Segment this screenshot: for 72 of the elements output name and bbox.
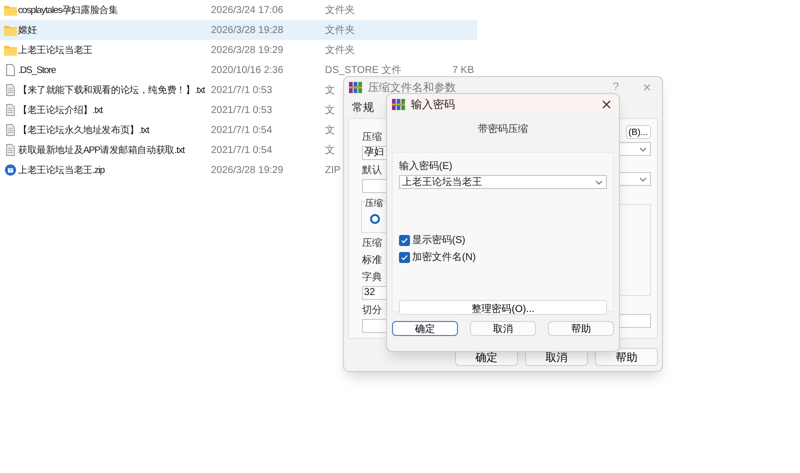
field-label: 默认 bbox=[362, 164, 383, 177]
file-date: 2020/10/16 2:36 bbox=[211, 64, 284, 76]
tab[interactable]: 常规 bbox=[352, 102, 374, 114]
file-date: 2021/7/1 0:53 bbox=[211, 104, 272, 116]
file-type: 文 bbox=[325, 124, 335, 137]
file-date: 2021/7/1 0:54 bbox=[211, 144, 272, 156]
checkbox[interactable] bbox=[399, 234, 410, 246]
file-date: 2026/3/28 19:29 bbox=[211, 164, 284, 176]
books-icon bbox=[392, 98, 405, 110]
chevron-icon bbox=[639, 176, 647, 182]
password-field[interactable]: 上老王论坛当老王 bbox=[399, 175, 607, 189]
file-row[interactable]: cosplaytales孕妇露脸合集 2026/3/24 17:06 文件夹 bbox=[0, 0, 477, 20]
file-row[interactable]: 上老王论坛当老王 2026/3/28 19:29 文件夹 bbox=[0, 40, 477, 60]
field-label: 压缩 bbox=[362, 130, 383, 144]
chevron-icon bbox=[595, 180, 603, 184]
file-date: 2026/3/28 19:29 bbox=[211, 44, 284, 56]
dialog-button[interactable]: 帮助 bbox=[548, 321, 614, 336]
window-title: 压缩文件名和参数 bbox=[368, 80, 456, 94]
checkbox[interactable] bbox=[399, 252, 410, 262]
file-icon bbox=[4, 64, 17, 76]
file-type: 文 bbox=[325, 84, 335, 97]
file-type: 文件夹 bbox=[325, 24, 355, 37]
file-type: 文 bbox=[325, 144, 335, 157]
file-name: 上老王论坛当老王 bbox=[18, 44, 92, 56]
file-name: 【老王论坛介绍】.txt bbox=[18, 104, 102, 116]
checkbox-label: 加密文件名(N) bbox=[412, 250, 476, 264]
radio-button[interactable] bbox=[370, 214, 380, 224]
file-type: DS_STORE 文件 bbox=[325, 64, 402, 77]
archive-icon bbox=[4, 164, 17, 176]
field-label: 切分 bbox=[362, 304, 383, 317]
group-label: 压缩 bbox=[365, 197, 383, 210]
dialog-button[interactable]: 确定 bbox=[392, 321, 458, 336]
close-icon[interactable] bbox=[602, 100, 611, 108]
window-title: 输入密码 bbox=[411, 98, 455, 112]
checkbox-label: 显示密码(S) bbox=[412, 234, 466, 247]
dialog-button[interactable]: 取消 bbox=[470, 321, 536, 336]
file-row[interactable]: 嫦妊 2026/3/28 19:28 文件夹 bbox=[0, 20, 477, 40]
folder-icon bbox=[4, 24, 17, 36]
field-label: 压缩 bbox=[362, 236, 383, 250]
text-file-icon bbox=[4, 104, 17, 116]
file-name: 【老王论坛永久地址发布页】.txt bbox=[18, 124, 149, 136]
file-date: 2026/3/28 19:28 bbox=[211, 24, 284, 36]
file-row[interactable]: .DS_Store 2020/10/16 2:36 DS_STORE 文件 7 KB bbox=[0, 60, 477, 80]
file-date: 2021/7/1 0:54 bbox=[211, 124, 272, 136]
file-date: 2021/7/1 0:53 bbox=[211, 84, 272, 96]
input-field[interactable] bbox=[619, 314, 651, 328]
file-name: 获取最新地址及APP请发邮箱自动获取.txt bbox=[18, 144, 184, 156]
file-name: 上老王论坛当老王.zip bbox=[18, 164, 104, 176]
file-size: 7 KB bbox=[452, 64, 474, 76]
books-icon bbox=[349, 80, 362, 94]
manage-passwords-button[interactable]: 整理密码(O)... bbox=[399, 300, 607, 315]
text-file-icon bbox=[4, 124, 17, 136]
browse-button[interactable]: (B)... bbox=[626, 125, 651, 139]
file-type: 文件夹 bbox=[325, 4, 355, 17]
field-label: 字典 bbox=[362, 270, 383, 284]
file-type: 文 bbox=[325, 104, 335, 117]
text-file-icon bbox=[4, 144, 17, 156]
file-type: 文件夹 bbox=[325, 44, 355, 57]
chevron-icon bbox=[639, 146, 647, 152]
password-label: 输入密码(E) bbox=[399, 160, 454, 173]
folder-icon bbox=[4, 4, 17, 16]
dropdown-value: 标准 bbox=[362, 254, 383, 267]
file-type: ZIP bbox=[325, 164, 341, 176]
dialog-heading: 带密码压缩 bbox=[477, 122, 529, 137]
file-date: 2026/3/24 17:06 bbox=[211, 4, 284, 16]
file-name: 嫦妊 bbox=[18, 24, 37, 36]
text-file-icon bbox=[4, 84, 17, 96]
folder-icon bbox=[4, 44, 17, 56]
file-name: cosplaytales孕妇露脸合集 bbox=[18, 4, 118, 16]
dialog-button[interactable]: 帮助 bbox=[595, 348, 658, 366]
file-name: 【来了就能下载和观看的论坛，纯免费！】.txt bbox=[18, 84, 205, 96]
file-name: .DS_Store bbox=[18, 64, 56, 76]
